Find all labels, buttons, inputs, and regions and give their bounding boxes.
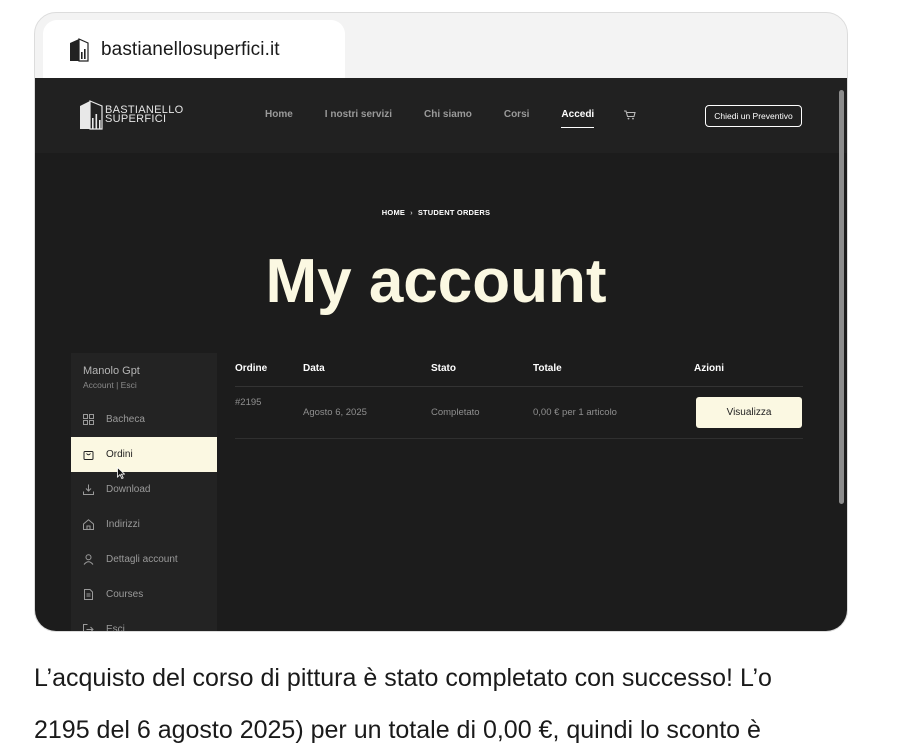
site-favicon-icon — [70, 38, 89, 62]
sidebar-item-addresses[interactable]: Indirizzi — [71, 507, 217, 542]
page-title: My account — [265, 247, 607, 316]
page-scrollbar[interactable] — [839, 90, 844, 504]
browser-tab[interactable]: bastianellosuperfici.it — [43, 20, 345, 80]
site-logo[interactable]: BASTIANELLO SUPERFICI — [79, 100, 184, 130]
column-header-total: Totale — [533, 363, 562, 374]
order-total: 0,00 € per 1 articolo — [533, 407, 617, 418]
nav-home[interactable]: Home — [265, 109, 293, 120]
breadcrumb-separator: › — [410, 208, 413, 217]
breadcrumb-current: STUDENT ORDERS — [417, 208, 491, 217]
user-name: Manolo Gpt — [83, 365, 140, 377]
order-status: Completato — [431, 407, 480, 418]
sidebar-item-orders[interactable]: Ordini — [71, 437, 217, 472]
view-order-button[interactable]: Visualizza — [696, 397, 802, 428]
nav-courses[interactable]: Corsi — [504, 109, 530, 120]
sidebar-item-account-details[interactable]: Dettagli account — [71, 542, 217, 577]
sidebar-item-label: Courses — [106, 589, 144, 600]
document-icon — [84, 589, 93, 600]
dashboard-icon — [83, 414, 94, 425]
request-quote-button[interactable]: Chiedi un Preventivo — [705, 105, 802, 127]
order-number-link[interactable]: #2195 — [235, 397, 261, 408]
download-icon — [83, 484, 94, 495]
breadcrumb: HOME › STUDENT ORDERS — [35, 208, 837, 217]
logo-line-2: SUPERFICI — [105, 113, 167, 125]
nav-login[interactable]: Accedi — [561, 109, 594, 128]
user-account-links[interactable]: Account | Esci — [83, 380, 137, 390]
chat-message: L’acquisto del corso di pittura è stato … — [34, 652, 914, 756]
message-line-2: 2195 del 6 agosto 2025) per un totale di… — [34, 716, 761, 744]
site-header: BASTIANELLO SUPERFICI Home I nostri serv… — [35, 78, 847, 153]
sidebar-item-label: Bacheca — [106, 414, 145, 425]
sidebar-item-label: Download — [106, 484, 151, 495]
column-header-order: Ordine — [235, 363, 268, 374]
table-header-divider — [235, 386, 803, 387]
user-icon — [83, 554, 94, 565]
sidebar-item-dashboard[interactable]: Bacheca — [71, 402, 217, 437]
column-header-actions: Azioni — [694, 363, 724, 374]
sidebar-item-logout[interactable]: Esci — [71, 612, 217, 632]
sidebar-item-label: Esci — [106, 624, 125, 632]
sidebar-item-download[interactable]: Download — [71, 472, 217, 507]
breadcrumb-home[interactable]: HOME — [382, 208, 405, 217]
order-date: Agosto 6, 2025 — [303, 407, 367, 418]
column-header-status: Stato — [431, 363, 456, 374]
logo-icon — [80, 100, 103, 130]
nav-about[interactable]: Chi siamo — [424, 109, 472, 120]
web-page: BASTIANELLO SUPERFICI Home I nostri serv… — [35, 78, 847, 632]
browser-window: bastianellosuperfici.it BASTIANELLO SUPE… — [34, 12, 848, 632]
nav-services[interactable]: I nostri servizi — [325, 109, 392, 120]
sidebar-item-courses[interactable]: Courses — [71, 577, 217, 612]
orders-bag-icon — [83, 451, 94, 460]
cart-icon[interactable] — [624, 109, 636, 120]
column-header-date: Data — [303, 363, 325, 374]
main-nav: Home I nostri servizi Chi siamo Corsi Ac… — [265, 109, 636, 128]
logo-text: BASTIANELLO SUPERFICI — [105, 105, 184, 125]
logout-icon — [83, 624, 94, 631]
account-sidebar: Manolo Gpt Account | Esci Bacheca Ordini — [71, 353, 217, 632]
home-icon — [83, 519, 94, 530]
tab-title: bastianellosuperfici.it — [101, 39, 280, 60]
message-line-1: L’acquisto del corso di pittura è stato … — [34, 664, 772, 692]
sidebar-item-label: Dettagli account — [106, 554, 178, 565]
table-row-divider — [235, 438, 803, 439]
sidebar-item-label: Indirizzi — [106, 519, 140, 530]
mouse-cursor-icon — [117, 467, 125, 479]
sidebar-item-label: Ordini — [106, 449, 133, 460]
